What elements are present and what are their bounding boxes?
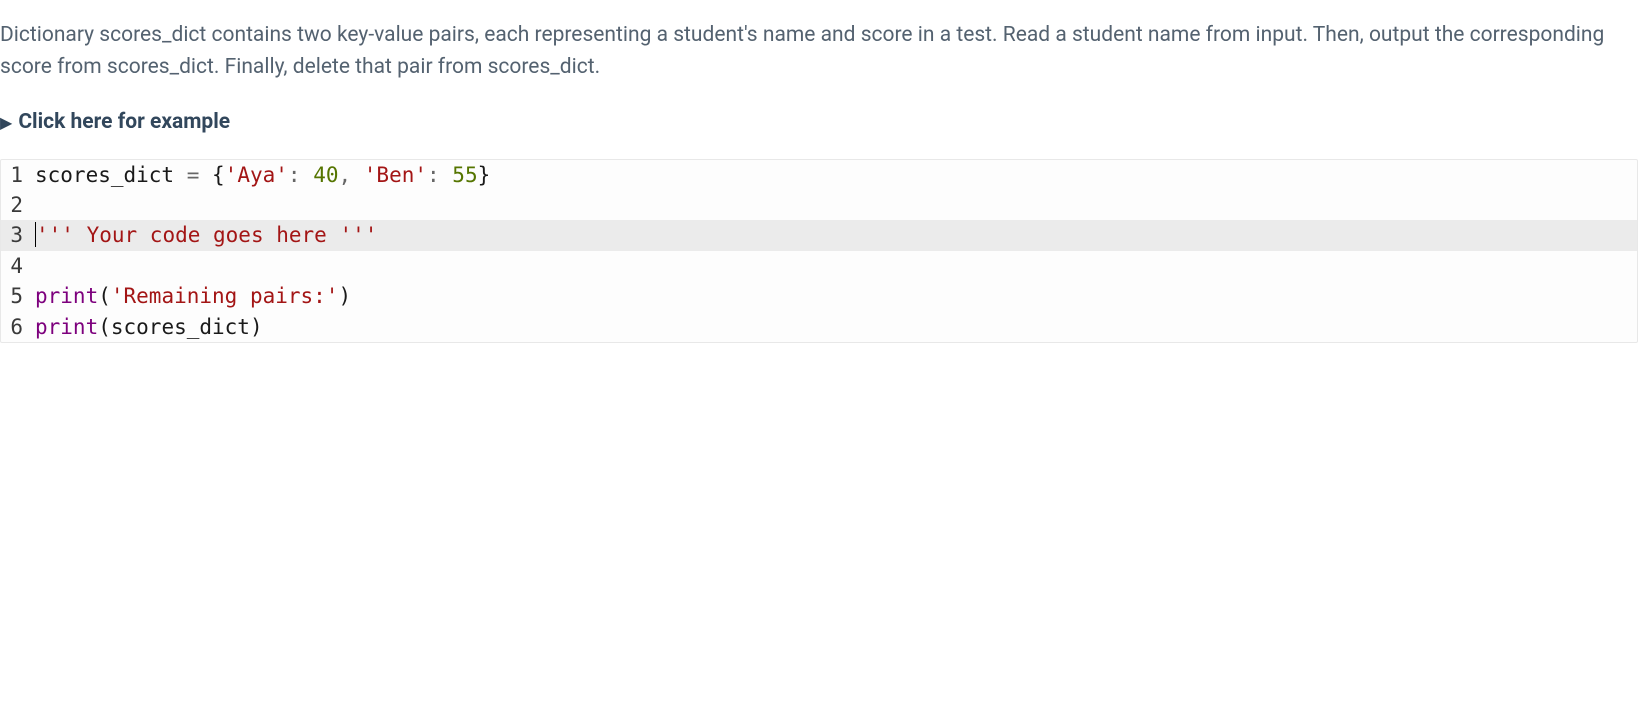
code-line-1[interactable]: 1 scores_dict = {'Aya': 40, 'Ben': 55}: [1, 160, 1637, 190]
problem-description: Dictionary scores_dict contains two key-…: [0, 0, 1638, 83]
example-toggle[interactable]: ▶ Click here for example: [0, 107, 1638, 139]
code-content: scores_dict = {'Aya': 40, 'Ben': 55}: [31, 160, 490, 190]
line-number: 4: [1, 251, 31, 281]
code-content: ''' Your code goes here ''': [31, 220, 377, 250]
triangle-right-icon: ▶: [0, 111, 12, 135]
code-line-5[interactable]: 5 print('Remaining pairs:'): [1, 281, 1637, 311]
code-line-6[interactable]: 6 print(scores_dict): [1, 312, 1637, 342]
code-editor[interactable]: 1 scores_dict = {'Aya': 40, 'Ben': 55} 2…: [0, 159, 1638, 344]
example-toggle-label: Click here for example: [18, 107, 230, 139]
line-number: 1: [1, 160, 31, 190]
line-number: 2: [1, 190, 31, 220]
line-number: 3: [1, 220, 31, 250]
line-number: 5: [1, 281, 31, 311]
line-number: 6: [1, 312, 31, 342]
code-line-3[interactable]: 3 ''' Your code goes here ''': [1, 220, 1637, 250]
code-line-4[interactable]: 4: [1, 251, 1637, 281]
code-line-2[interactable]: 2: [1, 190, 1637, 220]
code-content: print(scores_dict): [31, 312, 263, 342]
code-content: print('Remaining pairs:'): [31, 281, 351, 311]
